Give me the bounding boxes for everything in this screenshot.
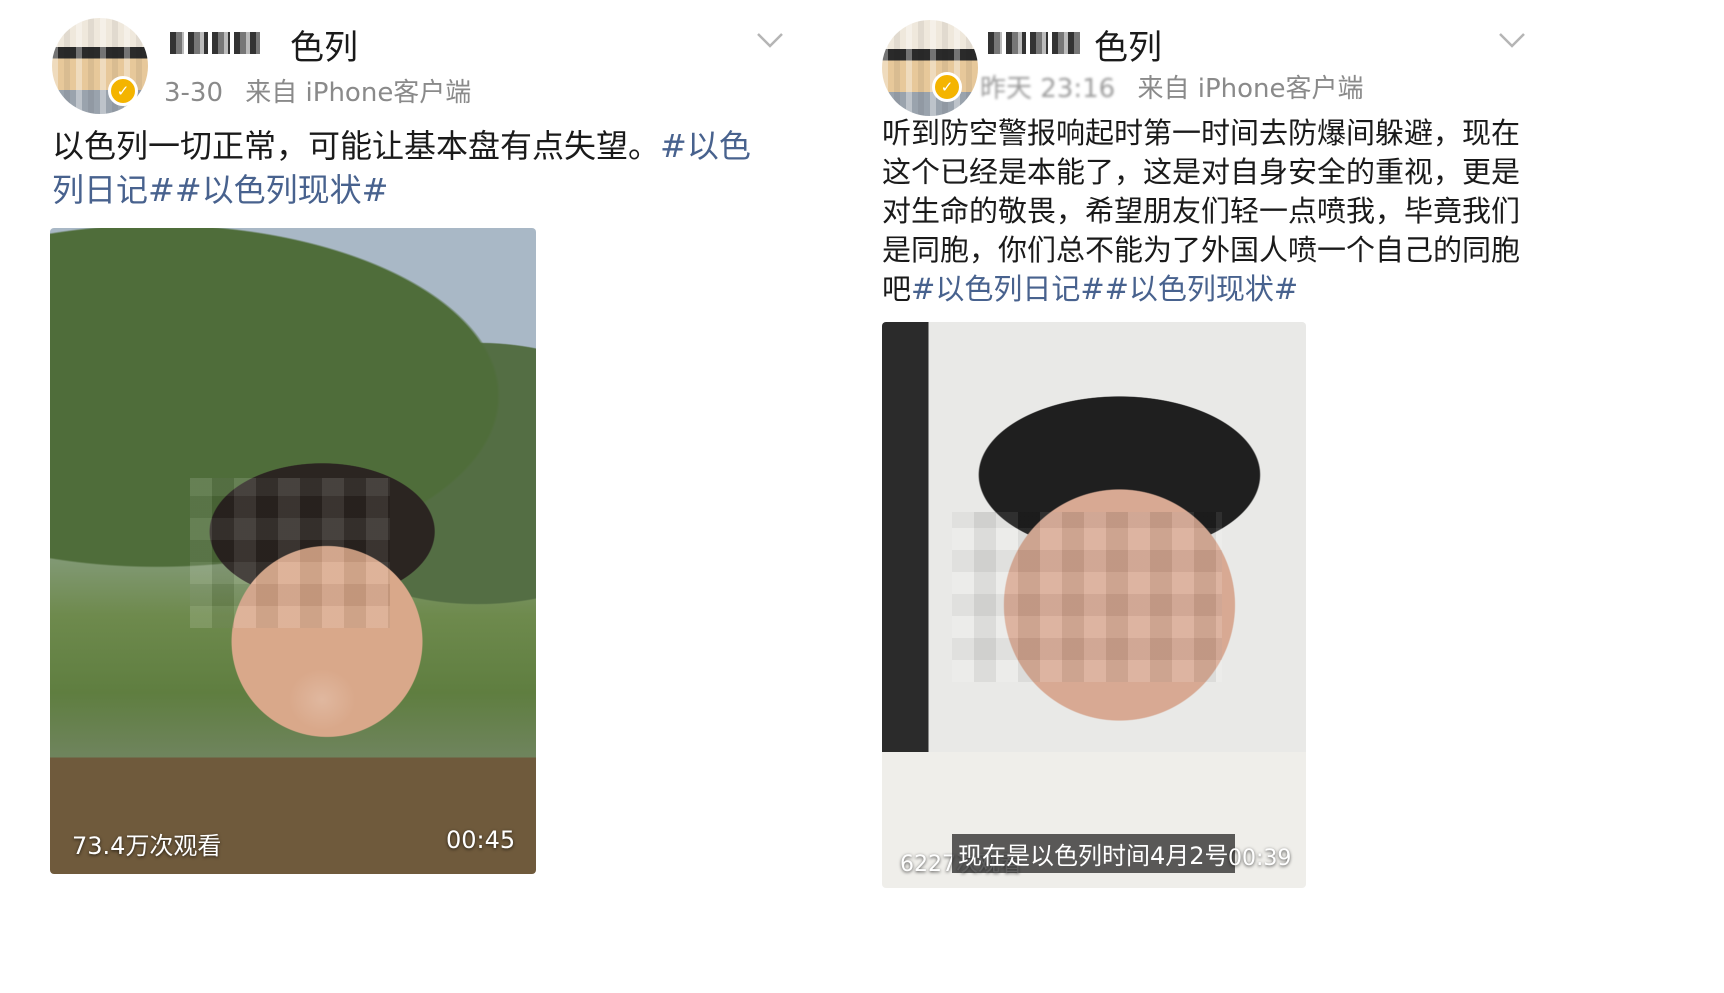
username-blurred [170, 30, 260, 56]
video-duration: 00:39 [1228, 846, 1292, 871]
post-meta: 昨天 23:16 来自 iPhone客户端 [980, 68, 1364, 105]
video-subtitle: 现在是以色列时间4月2号 [952, 834, 1235, 873]
timestamp: 3-30 [164, 78, 224, 108]
video-view-count: 73.4万次观看 [72, 832, 222, 860]
video-thumbnail[interactable]: 73.4万次观看 00:45 [50, 228, 536, 874]
post-body: 以色列一切正常，可能让基本盘有点失望。 [52, 127, 661, 165]
verified-badge-icon: ✓ [932, 72, 962, 102]
blurred-face [952, 512, 1222, 682]
timestamp: 昨天 23:16 [980, 74, 1116, 104]
post-text: 听到防空警报响起时第一时间去防爆间躲避，现在这个已经是本能了，这是对自身安全的重… [882, 114, 1522, 309]
post-card-right: ✓ 色列 昨天 23:16 来自 iPhone客户端 听到防空警报响起时第一时间… [862, 0, 1724, 993]
verified-badge-icon: ✓ [108, 76, 138, 106]
username[interactable]: 色列 [1094, 20, 1162, 69]
chevron-down-icon[interactable] [756, 26, 784, 54]
username[interactable]: 色列 [290, 20, 358, 69]
video-duration: 00:45 [446, 826, 516, 854]
blurred-face [190, 478, 390, 628]
chevron-down-icon[interactable] [1498, 26, 1526, 54]
video-thumbnail[interactable]: 6227次观看 现在是以色列时间4月2号 00:39 [882, 322, 1306, 888]
avatar[interactable] [882, 20, 978, 116]
hashtag-link[interactable]: #以色列日记##以色列现状# [911, 272, 1298, 306]
post-card-left: ✓ 色列 3-30 来自 iPhone客户端 以色列一切正常，可能让基本盘有点失… [0, 0, 862, 993]
post-meta: 3-30 来自 iPhone客户端 [164, 72, 471, 109]
post-source: 来自 iPhone客户端 [1137, 74, 1364, 104]
username-blurred [988, 30, 1080, 56]
post-source: 来自 iPhone客户端 [245, 78, 472, 108]
post-text: 以色列一切正常，可能让基本盘有点失望。#以色列日记##以色列现状# [52, 124, 772, 212]
